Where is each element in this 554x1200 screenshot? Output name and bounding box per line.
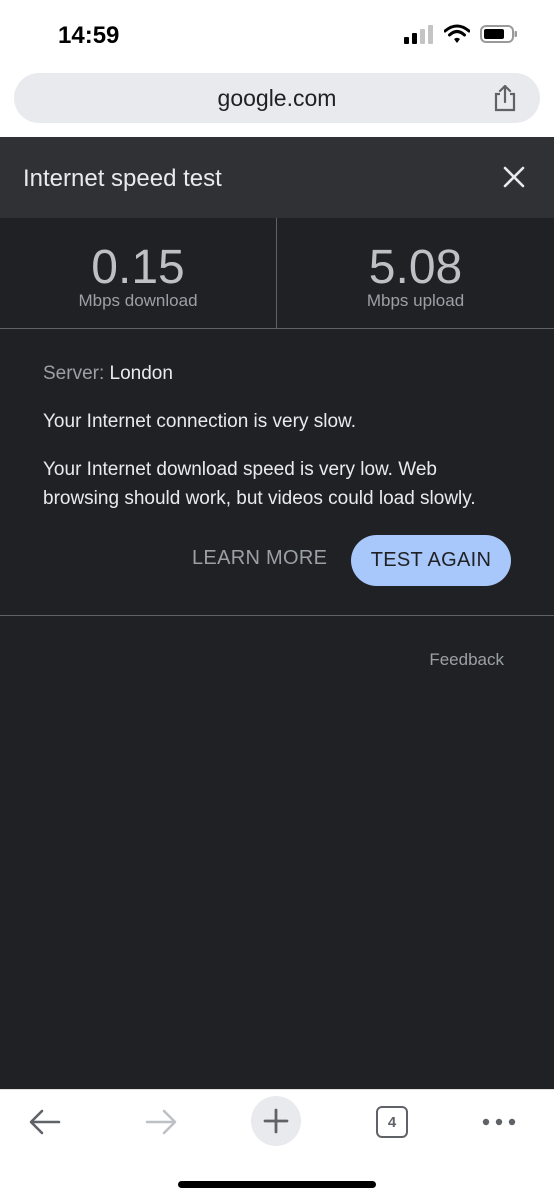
screen: 14:59 google.com Internet speed test 0.1… xyxy=(0,0,554,1200)
download-value: 0.15 xyxy=(91,241,185,294)
arrow-left-icon xyxy=(29,1109,61,1135)
learn-more-button[interactable]: LEARN MORE xyxy=(192,547,327,570)
new-tab-button[interactable] xyxy=(251,1096,301,1146)
back-button[interactable] xyxy=(20,1100,70,1144)
upload-unit: Mbps upload xyxy=(366,291,465,310)
download-unit: Mbps download xyxy=(78,291,198,310)
server-info: Server: London xyxy=(43,363,173,385)
test-again-button[interactable]: TEST AGAIN xyxy=(351,535,511,586)
status-icons xyxy=(404,24,518,44)
close-icon[interactable] xyxy=(502,165,526,189)
upload-value: 5.08 xyxy=(368,241,463,294)
connection-detail: Your Internet download speed is very low… xyxy=(43,459,476,509)
battery-icon xyxy=(480,25,517,43)
server-label: Server: xyxy=(43,363,105,384)
server-value: London xyxy=(109,363,173,384)
arrow-right-icon xyxy=(145,1109,177,1135)
address-bar[interactable]: google.com xyxy=(14,73,540,123)
tab-switcher-button[interactable]: 4 xyxy=(367,1100,417,1144)
panel-header: Internet speed test xyxy=(0,137,554,218)
status-bar: 14:59 xyxy=(0,0,554,72)
plus-icon xyxy=(263,1108,289,1134)
menu-button[interactable] xyxy=(474,1100,524,1144)
speed-results: 0.15 Mbps download 5.08 Mbps upload xyxy=(0,218,554,329)
signal-icon xyxy=(404,25,433,44)
tab-count: 4 xyxy=(376,1106,408,1138)
upload-result: 5.08 Mbps upload xyxy=(277,218,554,329)
wifi-icon xyxy=(444,24,470,43)
divider xyxy=(0,615,554,616)
status-time: 14:59 xyxy=(58,22,120,49)
feedback-link[interactable]: Feedback xyxy=(429,650,504,670)
connection-summary: Your Internet connection is very slow. xyxy=(43,411,356,432)
download-result: 0.15 Mbps download xyxy=(0,218,277,329)
share-icon[interactable] xyxy=(492,84,518,112)
home-indicator[interactable] xyxy=(178,1181,376,1188)
more-horizontal-icon xyxy=(482,1118,516,1126)
forward-button[interactable] xyxy=(136,1100,186,1144)
panel-title: Internet speed test xyxy=(23,165,222,192)
url-text: google.com xyxy=(217,85,337,111)
speed-test-panel: Internet speed test 0.15 Mbps download 5… xyxy=(0,137,554,1089)
